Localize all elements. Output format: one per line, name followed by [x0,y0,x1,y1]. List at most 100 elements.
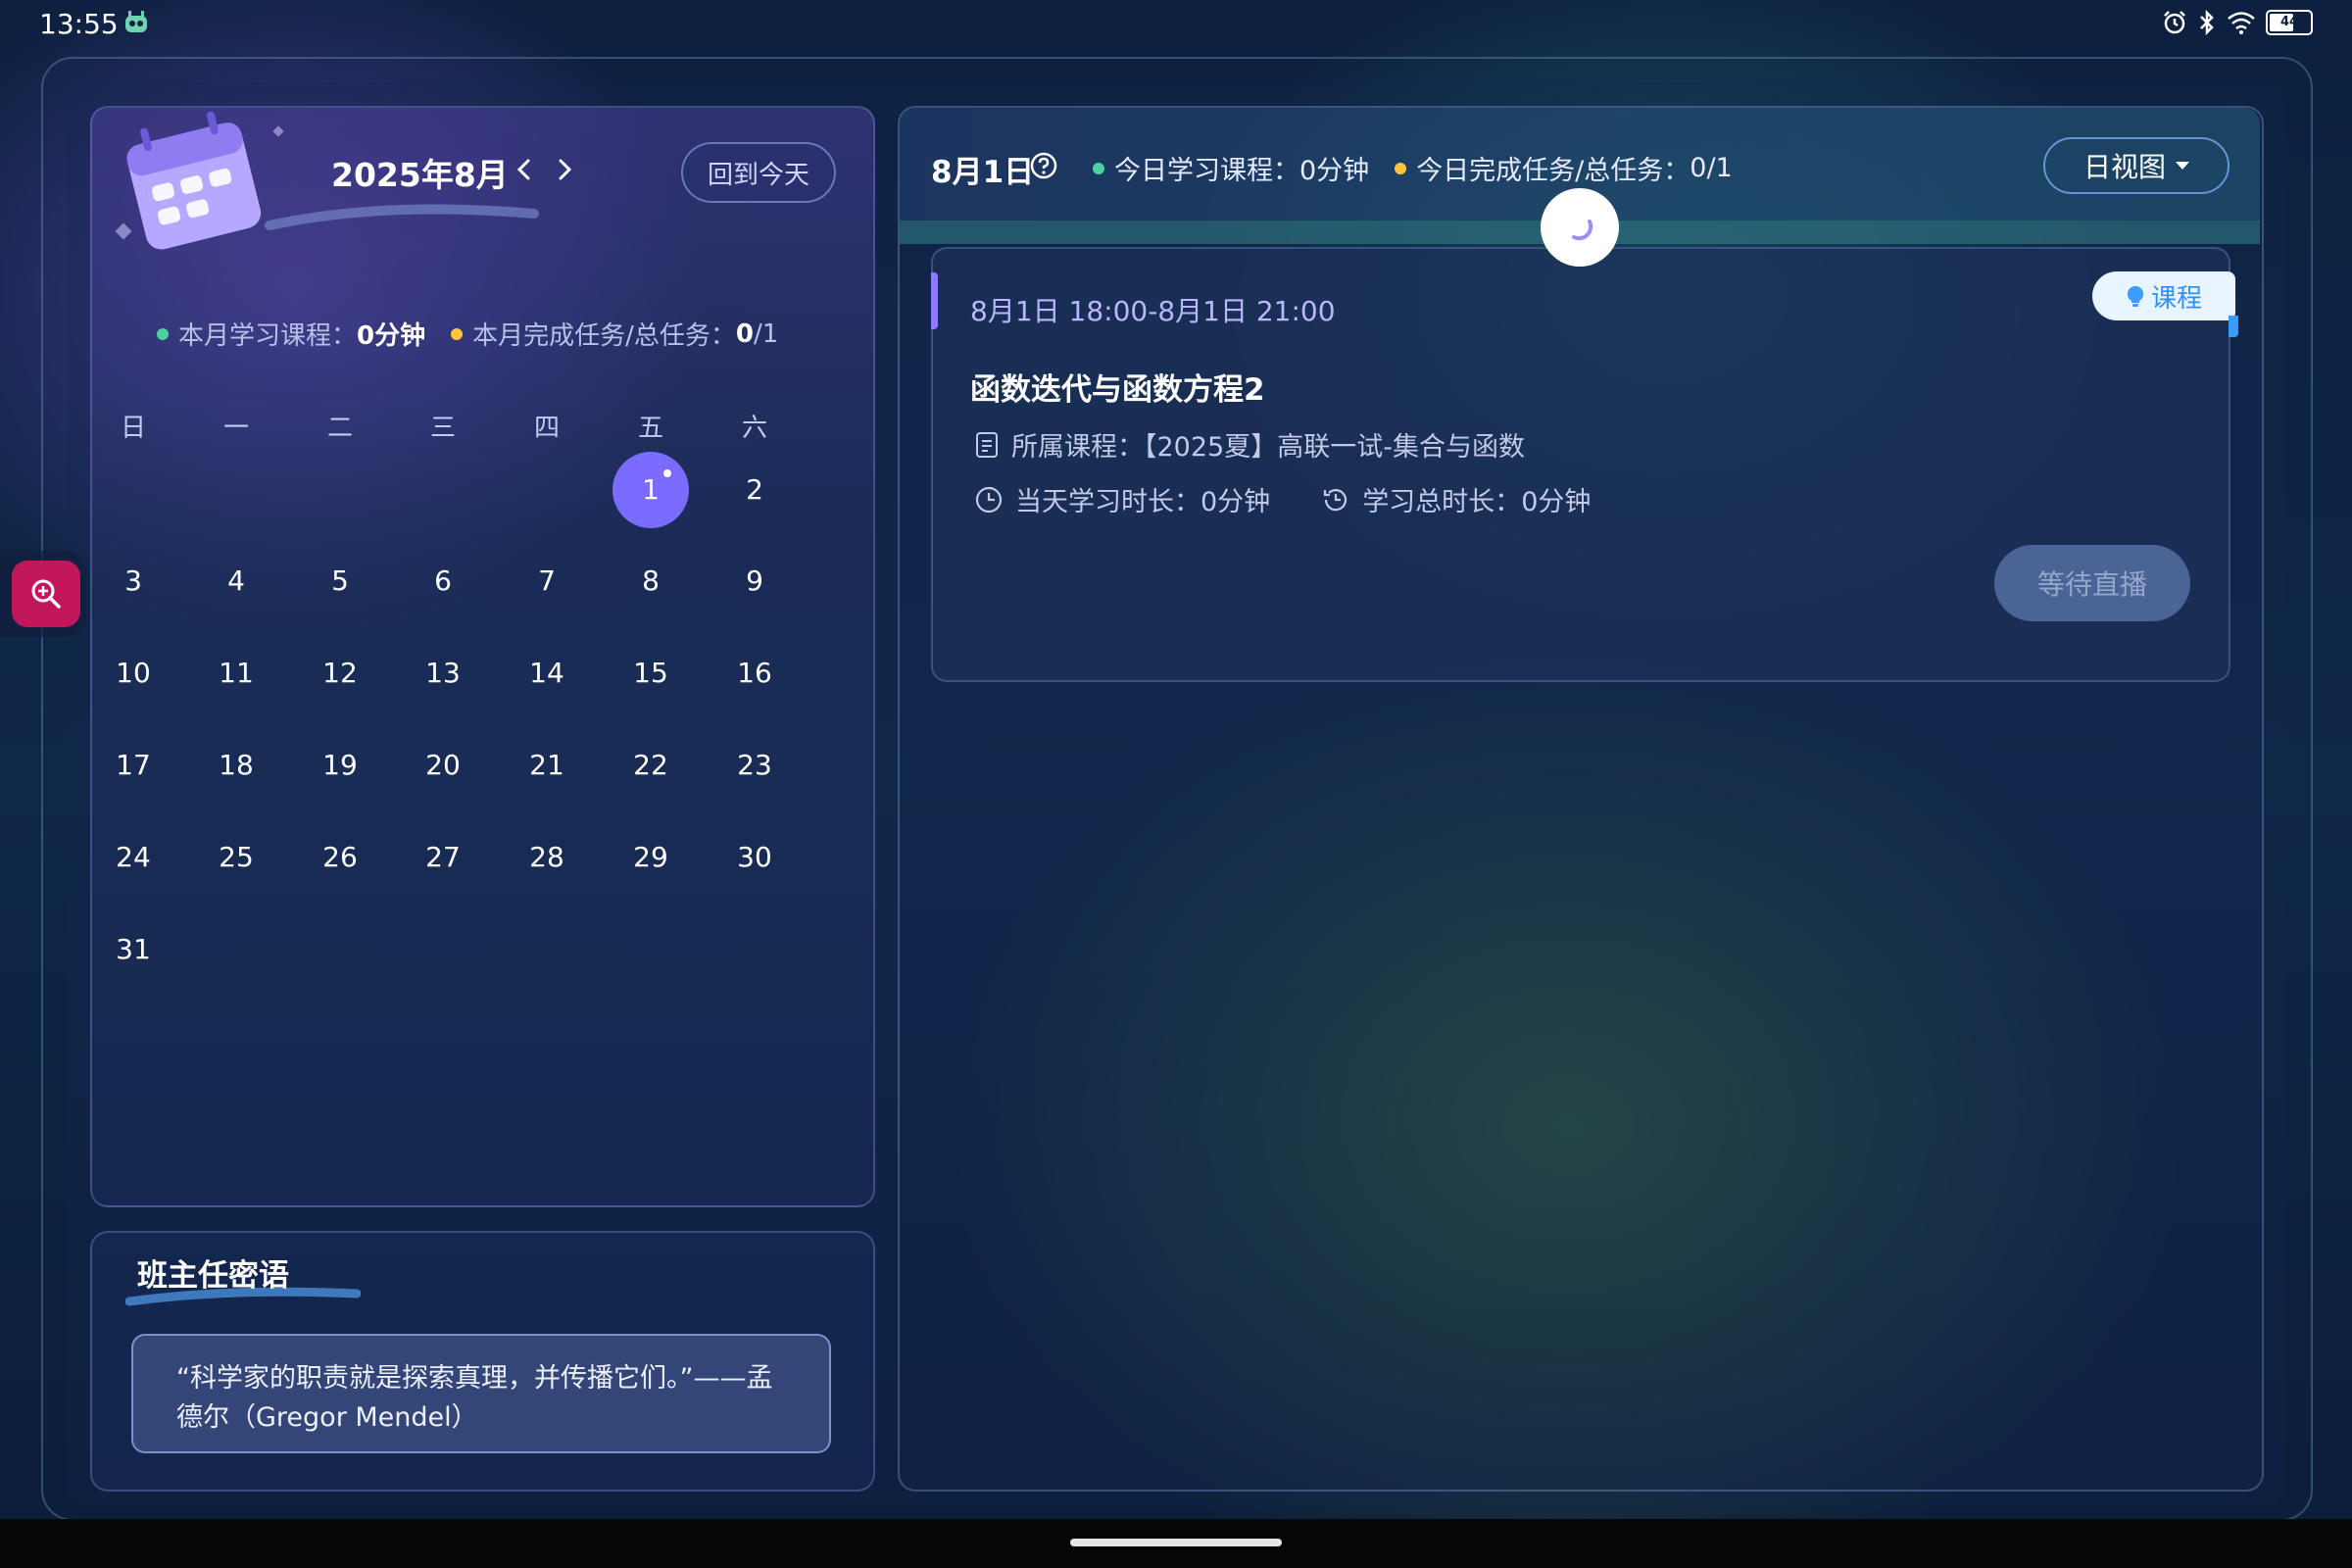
month-task-label: 本月完成任务/总任务： [472,321,736,351]
month-study-value: 0分钟 [357,321,426,351]
calendar-day[interactable]: 9 [725,562,784,601]
zoom-in-icon [31,579,61,609]
weekday-label: 一 [222,414,249,443]
help-icon[interactable] [1029,151,1058,180]
calendar-day[interactable]: 16 [725,654,784,693]
calendar-day[interactable]: 26 [311,838,369,877]
weekday-label: 二 [326,414,353,443]
calendar-day[interactable]: 24 [104,838,163,877]
wifi-icon [2228,12,2255,34]
today-study-value: 0分钟 [1299,156,1370,186]
bluetooth-icon [2200,10,2214,35]
chevron-right-icon[interactable] [552,155,577,184]
calendar-day[interactable]: 18 [207,746,266,785]
event-durations: 当天学习时长：0分钟 学习总时长：0分钟 [974,480,1591,518]
today-study-label: 今日学习课程： [1114,156,1299,186]
weekday-label: 四 [533,414,560,443]
status-time: 13:55 [39,8,119,40]
course-label: 所属课程： [1011,432,1144,463]
calendar-day[interactable]: 27 [414,838,472,877]
calendar-day[interactable]: 25 [207,838,266,877]
today-duration-label: 当天学习时长： [1015,487,1200,517]
day-stats: 今日学习课程： 0分钟 今日完成任务/总任务： 0/1 [1093,149,1733,187]
today-duration-value: 0分钟 [1200,487,1271,517]
calendar-day-selected[interactable]: 1 [612,452,689,528]
study-dot-icon [157,327,169,340]
task-dot-icon [1395,162,1407,174]
calendar-day[interactable]: 8 [621,562,680,601]
chevron-left-icon[interactable] [512,155,537,184]
battery-level: 44 [2279,15,2299,29]
calendar-day[interactable]: 28 [517,838,576,877]
total-duration: 学习总时长：0分钟 [1321,480,1591,518]
calendar-day[interactable]: 12 [311,654,369,693]
calendar-day[interactable]: 11 [207,654,266,693]
weekday-header: 日一二三四五六 [90,408,871,447]
calendar-day[interactable]: 23 [725,746,784,785]
day-view-date: 8月1日 [931,155,1035,190]
calendar-day[interactable]: 20 [414,746,472,785]
event-indicator-dot [663,469,671,477]
badge-ribbon-decoration [2229,316,2238,337]
event-title: 函数迭代与函数方程2 [970,372,1265,408]
calendar-day[interactable]: 29 [621,838,680,877]
today-task-label: 今日完成任务/总任务： [1416,156,1690,186]
loading-spinner-icon [1541,188,1619,267]
calendar-grid: 1 2 3 4 5 6 7 8 9 10 11 12 13 14 15 16 17 18 19 20 21 22 23 24 2… [90,452,871,1019]
alarm-icon [2164,11,2185,34]
view-mode-select[interactable]: 日视图 [2043,137,2230,194]
calendar-day[interactable]: 21 [517,746,576,785]
calendar-day[interactable]: 2 [725,470,784,510]
title-decoration [265,204,539,230]
history-icon [1324,488,1348,511]
home-indicator[interactable] [1070,1539,1282,1546]
calendar-month-title: 2025年8月 [331,156,509,194]
calendar-day-number: 1 [642,473,660,506]
task-dot-icon [451,327,464,340]
month-task-value: 0 [735,318,754,349]
calendar-day[interactable]: 31 [104,930,163,969]
course-value: 【2025夏】高联一试-集合与函数 [1144,432,1525,463]
total-duration-label: 学习总时长： [1362,487,1522,517]
weekday-label: 六 [741,414,767,443]
month-task-total: /1 [753,318,779,349]
calendar-day[interactable]: 4 [207,562,266,601]
study-dot-icon [1093,162,1104,174]
calendar-day[interactable]: 22 [621,746,680,785]
zoom-button[interactable] [12,561,80,627]
status-icons: 44 [2162,10,2313,35]
event-time: 8月1日 18:00-8月1日 21:00 [970,295,1336,327]
event-course: 所属课程：【2025夏】高联一试-集合与函数 [974,425,1525,464]
calendar-day[interactable]: 7 [517,562,576,601]
clock-icon [975,486,1003,513]
calendar-day[interactable]: 5 [311,562,369,601]
calendar-day[interactable]: 3 [104,562,163,601]
calendar-day[interactable]: 13 [414,654,472,693]
teacher-quote: “科学家的职责就是探索真理，并传播它们。”——孟 德尔（Gregor Mende… [131,1334,831,1453]
teacher-quote-line: 德尔（Gregor Mendel） [176,1402,478,1433]
battery-icon: 44 [2266,10,2313,35]
calendar-day[interactable]: 17 [104,746,163,785]
calendar-day[interactable]: 19 [311,746,369,785]
wait-live-button[interactable]: 等待直播 [1994,545,2190,621]
document-icon [976,431,998,458]
month-study-label: 本月学习课程： [178,321,358,351]
total-duration-value: 0分钟 [1521,487,1592,517]
caret-down-icon [2176,162,2189,170]
today-task-value: 0/1 [1690,153,1733,183]
course-badge: 课程 [2092,271,2235,320]
app-robot-icon [125,11,147,32]
weekday-label: 日 [120,414,146,443]
calendar-day[interactable]: 30 [725,838,784,877]
event-accent-bar [931,272,938,329]
teacher-quote-line: “科学家的职责就是探索真理，并传播它们。”——孟 [176,1363,773,1394]
view-mode-label: 日视图 [2082,151,2166,183]
calendar-day[interactable]: 10 [104,654,163,693]
weekday-label: 五 [637,414,663,443]
calendar-day[interactable]: 14 [517,654,576,693]
calendar-day[interactable]: 6 [414,562,472,601]
calendar-day[interactable]: 15 [621,654,680,693]
teacher-note-title: 班主任密语 [137,1258,289,1294]
back-to-today-button[interactable]: 回到今天 [681,142,836,203]
weekday-label: 三 [429,414,456,443]
